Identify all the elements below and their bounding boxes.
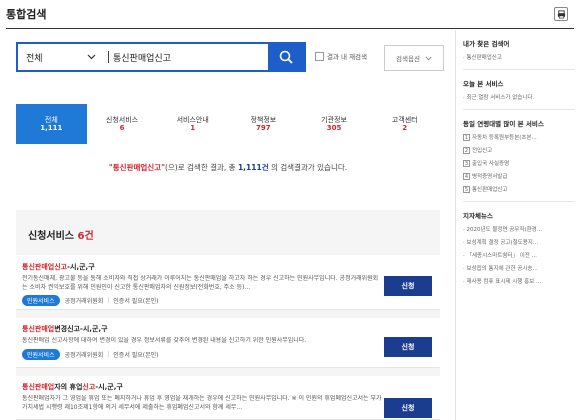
result-title-highlight: 통신판매업	[22, 383, 55, 391]
category-tabs: 전체 1,111 신청서비스 6 서비스안내 1 정책정보 797 기관정보 3…	[16, 104, 440, 144]
category-badge: 민원서비스	[22, 295, 60, 306]
search-result-3: 통신판매업자의 휴업신고-시,군,구 통신판매업자가 그 영업을 휴업 또는 폐…	[22, 382, 436, 418]
news-link[interactable]: · 보성읍의 통지에 관한 공시송...	[463, 264, 580, 272]
result-title-rest: -시,군,구	[95, 383, 123, 391]
result-title-highlight: 통신판매업신고	[22, 263, 68, 271]
result-title[interactable]: 통신판매업신고-시,군,구	[22, 262, 436, 272]
tab-customer-center[interactable]: 고객센터 2	[369, 104, 440, 144]
scope-select[interactable]: 전체	[18, 44, 104, 70]
news-link[interactable]: · 재사용 컴퓨 표시제 시행 홍보 ...	[463, 277, 580, 285]
tab-label: 전체	[44, 115, 58, 124]
result-title[interactable]: 통신판매업자의 휴업신고-시,군,구	[22, 382, 436, 392]
tab-count: 2	[402, 124, 408, 132]
sidebar-heading: 동일 연령대별 많이 본 서비스	[463, 120, 544, 128]
news-link[interactable]: · 보성계획 결정 공고(철도용지...	[463, 238, 580, 246]
search-options-button[interactable]: 검색옵션	[384, 45, 444, 71]
result-title-rest: 자의 휴업	[54, 383, 83, 391]
summary-text: 의 검색결과가 있습니다.	[268, 163, 348, 172]
news-link[interactable]: · 「세종시스마트쉼터」 이전 ...	[463, 251, 580, 259]
tab-agency-info[interactable]: 기관정보 305	[299, 104, 370, 144]
tab-count: 1	[190, 124, 196, 132]
result-auth: 인증서 필요(본인)	[113, 352, 159, 359]
tab-count: 6	[119, 124, 125, 132]
checkbox-box[interactable]	[315, 51, 324, 61]
summary-text: (으)로 검색한 결과, 총	[164, 163, 238, 172]
section-title-text: 신청서비스	[28, 231, 74, 242]
tab-service-guide[interactable]: 서비스안내 1	[157, 104, 228, 144]
search-input[interactable]: 통신판매업신고	[104, 44, 268, 70]
tab-label: 서비스안내	[176, 115, 209, 124]
sidebar-heading: 내가 찾은 검색어	[463, 40, 510, 48]
empty-message: · 최근 열람 서비스가 없습니다.	[463, 95, 535, 101]
search-query: 통신판매업신고	[113, 53, 171, 64]
popular-service-link[interactable]: 2 전입신고	[463, 146, 580, 154]
result-title[interactable]: 통신판매업변경신고-시,군,구	[22, 324, 436, 334]
result-title-rest: 변경신고-시,군,구	[54, 325, 108, 333]
tab-label: 고객센터	[391, 115, 418, 124]
print-button[interactable]	[554, 7, 568, 21]
tab-count: 797	[256, 124, 271, 132]
sidebar-heading: 오늘 본 서비스	[463, 80, 504, 88]
tab-label: 신청서비스	[105, 115, 139, 124]
result-description: 통신판매업 신고사항에 대하여 변경이 있을 경우 정보서류를 갖추어 변경된 …	[22, 337, 307, 344]
result-org: 공정거래위원회	[64, 298, 104, 305]
popular-service-link[interactable]: 3 출입국 사실증명	[463, 159, 580, 167]
search-options-label: 검색옵션	[396, 55, 420, 63]
result-org: 공정거래위원회	[64, 352, 104, 359]
result-title-highlight: 통신판매업	[22, 325, 55, 333]
tab-label: 정책정보	[250, 115, 277, 124]
summary-keyword: "통신판매업신고"	[108, 163, 165, 172]
popular-service-link[interactable]: 4 병적증명서발급	[463, 172, 580, 180]
sidebar-heading: 지자체뉴스	[463, 212, 493, 220]
search-result-1: 통신판매업신고-시,군,구 전기통신매체, 광고물 등을 통해 소비자와 직접 …	[22, 262, 436, 306]
tab-label: 기관정보	[321, 115, 347, 124]
tab-count: 305	[326, 124, 342, 132]
search-button[interactable]	[268, 44, 304, 70]
tab-all[interactable]: 전체 1,111	[16, 104, 87, 144]
search-bar: 전체 통신판매업신고	[16, 42, 306, 72]
category-badge: 민원서비스	[22, 349, 60, 360]
result-description: 전기통신매체, 광고물 등을 통해 소비자와 직접 상거래가 이루어지는 통신판…	[22, 275, 379, 291]
chevron-down-icon	[87, 54, 96, 60]
tab-count: 1,111	[40, 124, 63, 132]
result-title-rest: -시,군,구	[67, 263, 95, 271]
result-title-highlight: 신고	[82, 383, 96, 391]
result-auth: 인증서 필요(본인)	[113, 298, 159, 305]
search-icon	[279, 50, 293, 64]
section-count: 6건	[77, 231, 94, 242]
scope-value: 전체	[26, 53, 43, 64]
popular-service-link[interactable]: 1 자동차 등록원부등본(초본...	[463, 133, 580, 141]
apply-button[interactable]: 신청	[384, 398, 432, 418]
header-divider	[6, 28, 574, 29]
tab-application-services[interactable]: 신청서비스 6	[87, 104, 158, 144]
search-summary: "통신판매업신고"(으)로 검색한 결과, 총 1,111건 의 검색결과가 있…	[16, 162, 440, 173]
page-title: 통합검색	[6, 8, 47, 21]
tab-policy-info[interactable]: 정책정보 797	[228, 104, 299, 144]
news-link[interactable]: · 2020년도 물정면 공무직(환경...	[463, 225, 580, 233]
summary-total: 1,111건	[237, 163, 269, 172]
printer-icon	[557, 9, 565, 18]
chevron-down-icon	[425, 56, 432, 60]
section-title: 신청서비스 6건	[28, 227, 94, 242]
popular-service-link[interactable]: 5 통신판매업신고	[463, 185, 580, 193]
apply-button[interactable]: 신청	[384, 276, 432, 296]
apply-button[interactable]: 신청	[384, 337, 432, 357]
search-result-2: 통신판매업변경신고-시,군,구 통신판매업 신고사항에 대하여 변경이 있을 경…	[22, 324, 436, 360]
within-results-label: 결과 내 재검색	[327, 53, 368, 61]
within-results-checkbox[interactable]: 결과 내 재검색	[315, 51, 367, 61]
right-sidebar: 내가 찾은 검색어 · 통신판매업신고 오늘 본 서비스 · 최근 열람 서비스…	[455, 30, 580, 420]
result-description: 통신판매업자가 그 영업을 휴업 또는 폐지하거나 휴업 후 영업을 재개하는 …	[22, 395, 382, 411]
recent-keyword-link[interactable]: · 통신판매업신고	[463, 53, 580, 61]
